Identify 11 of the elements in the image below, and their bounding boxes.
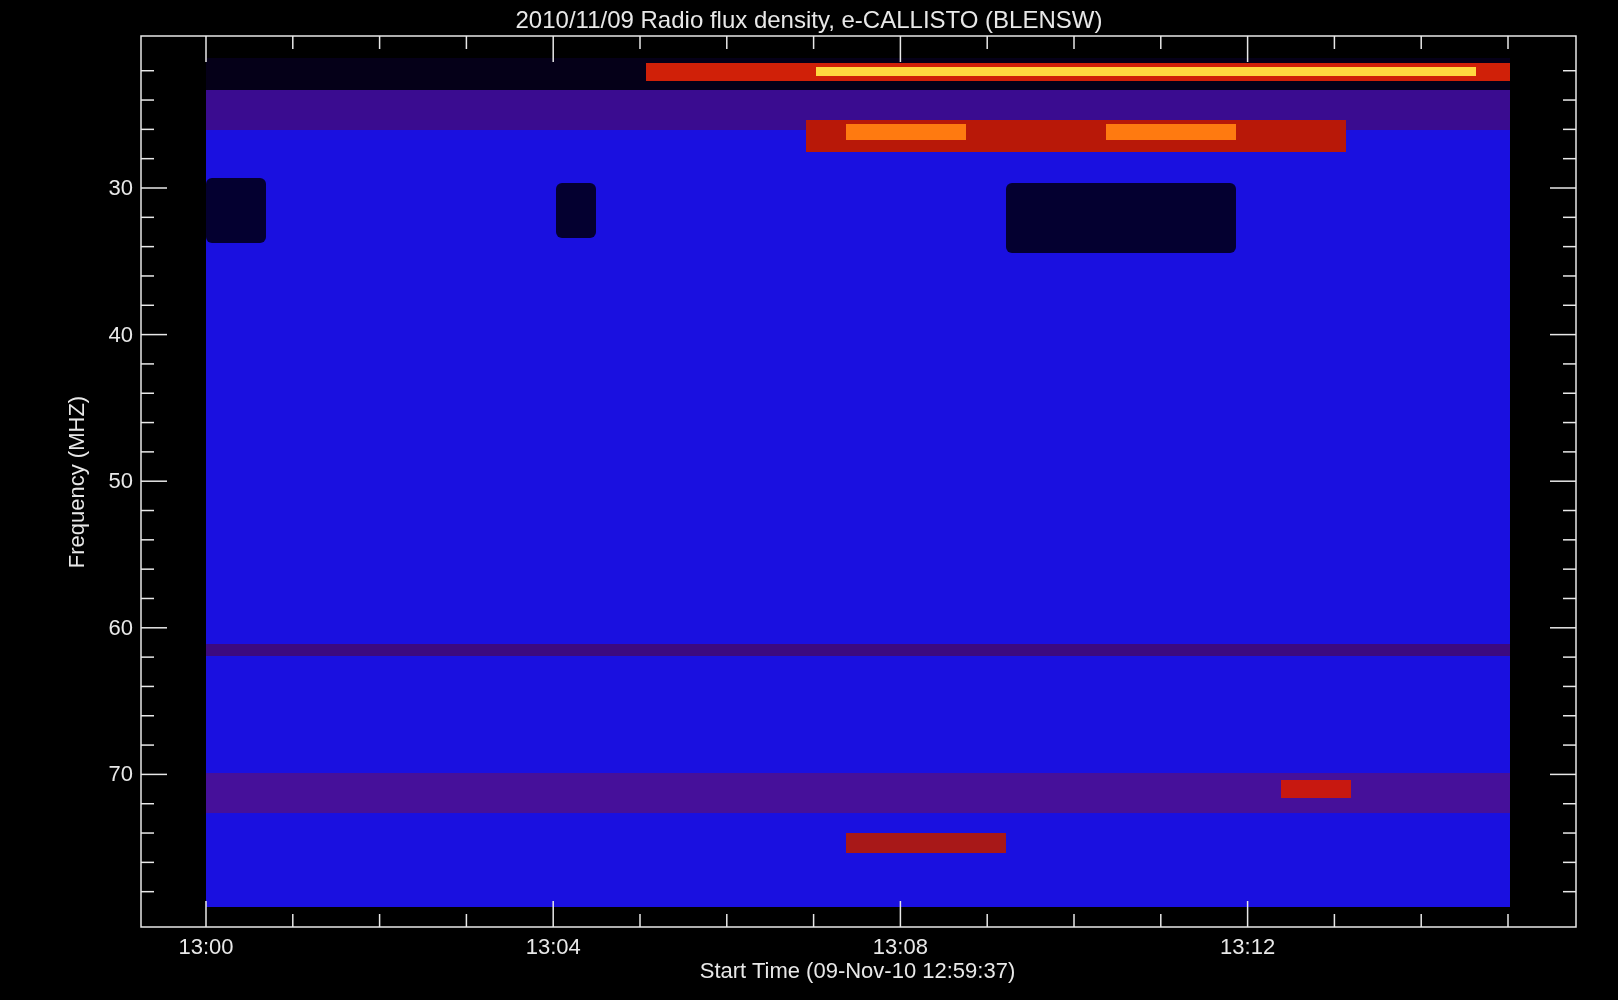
tick-label: 13:12 [1219,935,1277,959]
tick-label: 13:00 [177,935,235,959]
tick-label: 13:08 [871,935,929,959]
tick-label: 13:04 [524,935,582,959]
tick-label: 60 [107,615,133,640]
tick-label: 40 [107,322,133,347]
tick-label: 70 [107,762,133,787]
chart-title: 2010/11/09 Radio flux density, e-CALLISTO (BLENSW) [514,5,1104,35]
axis-label: Start Time (09-Nov-10 12:59:37) [698,959,1017,983]
axis-label: Frequency (MHZ) [65,394,89,571]
tick-label: 30 [107,176,133,200]
